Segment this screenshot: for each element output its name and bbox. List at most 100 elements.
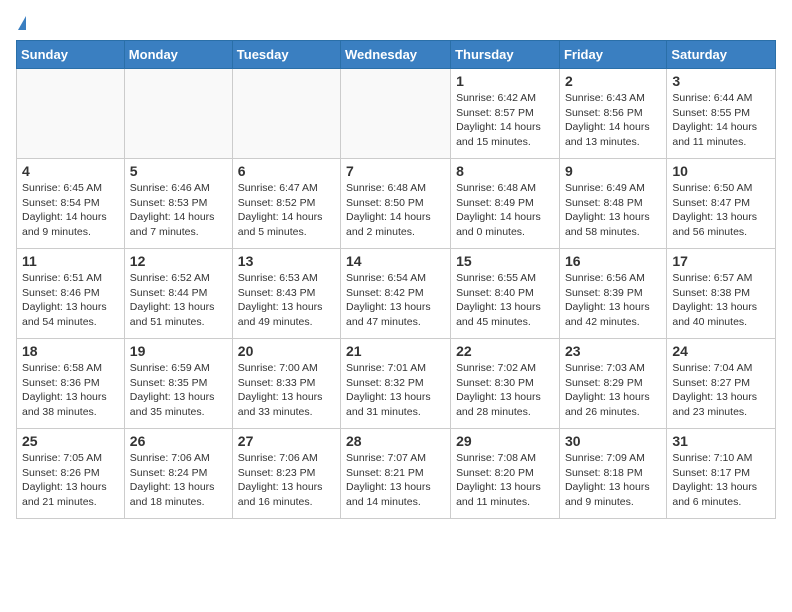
- day-info: Sunrise: 6:59 AM Sunset: 8:35 PM Dayligh…: [130, 361, 227, 420]
- calendar-header-row: SundayMondayTuesdayWednesdayThursdayFrid…: [17, 41, 776, 69]
- calendar-cell: 2 Sunrise: 6:43 AM Sunset: 8:56 PM Daylig…: [559, 69, 666, 159]
- calendar-week-4: 18 Sunrise: 6:58 AM Sunset: 8:36 PM Dayli…: [17, 339, 776, 429]
- logo: [16, 16, 26, 30]
- day-info: Sunrise: 7:10 AM Sunset: 8:17 PM Dayligh…: [672, 451, 770, 510]
- day-number: 10: [672, 163, 770, 179]
- day-number: 31: [672, 433, 770, 449]
- day-info: Sunrise: 6:52 AM Sunset: 8:44 PM Dayligh…: [130, 271, 227, 330]
- day-header-tuesday: Tuesday: [232, 41, 340, 69]
- calendar-cell: 9 Sunrise: 6:49 AM Sunset: 8:48 PM Daylig…: [559, 159, 666, 249]
- day-info: Sunrise: 6:47 AM Sunset: 8:52 PM Dayligh…: [238, 181, 335, 240]
- day-info: Sunrise: 7:05 AM Sunset: 8:26 PM Dayligh…: [22, 451, 119, 510]
- day-number: 5: [130, 163, 227, 179]
- day-info: Sunrise: 6:44 AM Sunset: 8:55 PM Dayligh…: [672, 91, 770, 150]
- day-number: 3: [672, 73, 770, 89]
- calendar-week-1: 1Sunrise: 6:42 AM Sunset: 8:57 PM Daylig…: [17, 69, 776, 159]
- day-number: 2: [565, 73, 661, 89]
- day-info: Sunrise: 6:58 AM Sunset: 8:36 PM Dayligh…: [22, 361, 119, 420]
- calendar-cell: 27 Sunrise: 7:06 AM Sunset: 8:23 PM Dayli…: [232, 429, 340, 519]
- day-header-friday: Friday: [559, 41, 666, 69]
- day-number: 26: [130, 433, 227, 449]
- day-number: 6: [238, 163, 335, 179]
- day-number: 30: [565, 433, 661, 449]
- day-info: Sunrise: 6:49 AM Sunset: 8:48 PM Dayligh…: [565, 181, 661, 240]
- day-info: Sunrise: 7:04 AM Sunset: 8:27 PM Dayligh…: [672, 361, 770, 420]
- day-number: 11: [22, 253, 119, 269]
- calendar-cell: 28 Sunrise: 7:07 AM Sunset: 8:21 PM Dayli…: [341, 429, 451, 519]
- calendar-week-3: 11 Sunrise: 6:51 AM Sunset: 8:46 PM Dayli…: [17, 249, 776, 339]
- day-info: Sunrise: 6:51 AM Sunset: 8:46 PM Dayligh…: [22, 271, 119, 330]
- day-info: Sunrise: 7:01 AM Sunset: 8:32 PM Dayligh…: [346, 361, 445, 420]
- day-number: 20: [238, 343, 335, 359]
- calendar-cell: [232, 69, 340, 159]
- day-number: 23: [565, 343, 661, 359]
- calendar-cell: 22 Sunrise: 7:02 AM Sunset: 8:30 PM Dayli…: [451, 339, 560, 429]
- day-number: 29: [456, 433, 554, 449]
- day-header-thursday: Thursday: [451, 41, 560, 69]
- day-number: 25: [22, 433, 119, 449]
- calendar-cell: [17, 69, 125, 159]
- day-info: Sunrise: 7:00 AM Sunset: 8:33 PM Dayligh…: [238, 361, 335, 420]
- day-number: 19: [130, 343, 227, 359]
- calendar-cell: 30Sunrise: 7:09 AM Sunset: 8:18 PM Dayli…: [559, 429, 666, 519]
- day-number: 4: [22, 163, 119, 179]
- day-info: Sunrise: 6:48 AM Sunset: 8:49 PM Dayligh…: [456, 181, 554, 240]
- calendar-cell: 1Sunrise: 6:42 AM Sunset: 8:57 PM Daylig…: [451, 69, 560, 159]
- calendar-cell: 18 Sunrise: 6:58 AM Sunset: 8:36 PM Dayli…: [17, 339, 125, 429]
- calendar-cell: 25 Sunrise: 7:05 AM Sunset: 8:26 PM Dayli…: [17, 429, 125, 519]
- calendar-cell: 8 Sunrise: 6:48 AM Sunset: 8:49 PM Daylig…: [451, 159, 560, 249]
- page-header: [16, 16, 776, 30]
- day-info: Sunrise: 6:46 AM Sunset: 8:53 PM Dayligh…: [130, 181, 227, 240]
- day-info: Sunrise: 7:03 AM Sunset: 8:29 PM Dayligh…: [565, 361, 661, 420]
- day-number: 12: [130, 253, 227, 269]
- day-number: 28: [346, 433, 445, 449]
- day-info: Sunrise: 7:06 AM Sunset: 8:23 PM Dayligh…: [238, 451, 335, 510]
- calendar-cell: 24 Sunrise: 7:04 AM Sunset: 8:27 PM Dayli…: [667, 339, 776, 429]
- day-number: 16: [565, 253, 661, 269]
- calendar-cell: 7 Sunrise: 6:48 AM Sunset: 8:50 PM Daylig…: [341, 159, 451, 249]
- day-info: Sunrise: 6:45 AM Sunset: 8:54 PM Dayligh…: [22, 181, 119, 240]
- day-info: Sunrise: 6:55 AM Sunset: 8:40 PM Dayligh…: [456, 271, 554, 330]
- day-info: Sunrise: 6:53 AM Sunset: 8:43 PM Dayligh…: [238, 271, 335, 330]
- day-info: Sunrise: 6:56 AM Sunset: 8:39 PM Dayligh…: [565, 271, 661, 330]
- calendar-cell: 31 Sunrise: 7:10 AM Sunset: 8:17 PM Dayli…: [667, 429, 776, 519]
- day-number: 9: [565, 163, 661, 179]
- day-info: Sunrise: 6:43 AM Sunset: 8:56 PM Dayligh…: [565, 91, 661, 150]
- day-number: 21: [346, 343, 445, 359]
- day-number: 27: [238, 433, 335, 449]
- day-info: Sunrise: 7:07 AM Sunset: 8:21 PM Dayligh…: [346, 451, 445, 510]
- calendar-cell: 10 Sunrise: 6:50 AM Sunset: 8:47 PM Dayli…: [667, 159, 776, 249]
- day-header-wednesday: Wednesday: [341, 41, 451, 69]
- day-info: Sunrise: 7:02 AM Sunset: 8:30 PM Dayligh…: [456, 361, 554, 420]
- calendar-cell: 13 Sunrise: 6:53 AM Sunset: 8:43 PM Dayli…: [232, 249, 340, 339]
- calendar-cell: 4 Sunrise: 6:45 AM Sunset: 8:54 PM Daylig…: [17, 159, 125, 249]
- day-number: 15: [456, 253, 554, 269]
- day-number: 24: [672, 343, 770, 359]
- day-number: 13: [238, 253, 335, 269]
- day-info: Sunrise: 6:57 AM Sunset: 8:38 PM Dayligh…: [672, 271, 770, 330]
- calendar-cell: 5 Sunrise: 6:46 AM Sunset: 8:53 PM Daylig…: [124, 159, 232, 249]
- logo-icon: [18, 16, 26, 30]
- day-number: 18: [22, 343, 119, 359]
- day-header-sunday: Sunday: [17, 41, 125, 69]
- day-number: 8: [456, 163, 554, 179]
- calendar-cell: 29 Sunrise: 7:08 AM Sunset: 8:20 PM Dayli…: [451, 429, 560, 519]
- day-number: 17: [672, 253, 770, 269]
- day-info: Sunrise: 6:48 AM Sunset: 8:50 PM Dayligh…: [346, 181, 445, 240]
- calendar-cell: 26 Sunrise: 7:06 AM Sunset: 8:24 PM Dayli…: [124, 429, 232, 519]
- day-info: Sunrise: 7:08 AM Sunset: 8:20 PM Dayligh…: [456, 451, 554, 510]
- calendar-cell: 12 Sunrise: 6:52 AM Sunset: 8:44 PM Dayli…: [124, 249, 232, 339]
- calendar-cell: 14Sunrise: 6:54 AM Sunset: 8:42 PM Dayli…: [341, 249, 451, 339]
- day-number: 22: [456, 343, 554, 359]
- day-info: Sunrise: 6:50 AM Sunset: 8:47 PM Dayligh…: [672, 181, 770, 240]
- calendar-week-5: 25 Sunrise: 7:05 AM Sunset: 8:26 PM Dayli…: [17, 429, 776, 519]
- day-info: Sunrise: 6:54 AM Sunset: 8:42 PM Dayligh…: [346, 271, 445, 330]
- day-number: 7: [346, 163, 445, 179]
- day-header-saturday: Saturday: [667, 41, 776, 69]
- calendar-cell: [341, 69, 451, 159]
- calendar-cell: 20 Sunrise: 7:00 AM Sunset: 8:33 PM Dayli…: [232, 339, 340, 429]
- calendar-cell: 11 Sunrise: 6:51 AM Sunset: 8:46 PM Dayli…: [17, 249, 125, 339]
- calendar-cell: 19 Sunrise: 6:59 AM Sunset: 8:35 PM Dayli…: [124, 339, 232, 429]
- calendar-cell: 3 Sunrise: 6:44 AM Sunset: 8:55 PM Daylig…: [667, 69, 776, 159]
- day-info: Sunrise: 7:06 AM Sunset: 8:24 PM Dayligh…: [130, 451, 227, 510]
